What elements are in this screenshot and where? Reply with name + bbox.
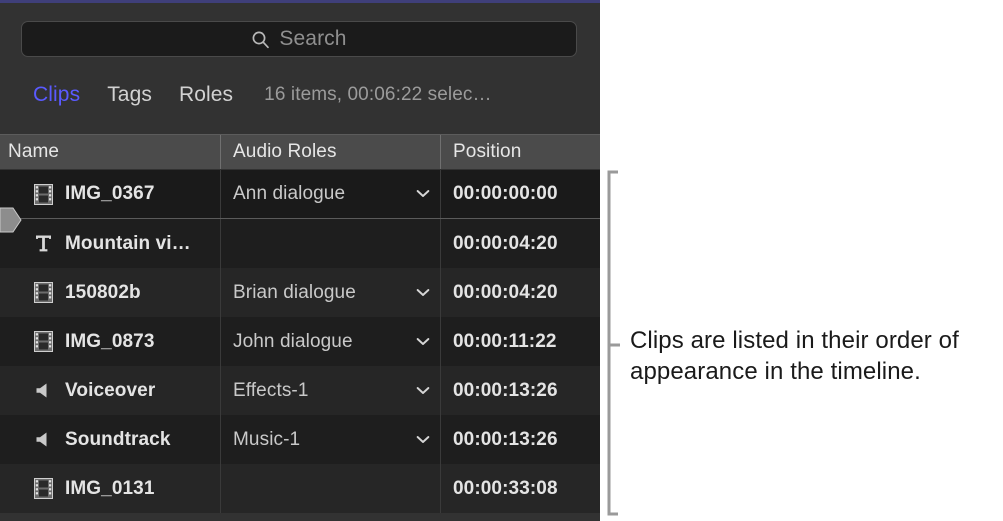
position-timecode: 00:00:13:26 xyxy=(453,380,558,402)
audio-role-value: Effects-1 xyxy=(233,380,309,402)
table-row[interactable]: IMG_0873 John dialogue 00:00:11:22 xyxy=(0,317,600,366)
chevron-down-icon[interactable] xyxy=(416,431,430,449)
table-row[interactable]: Mountain vi… 00:00:04:20 xyxy=(0,219,600,268)
position-timecode: 00:00:04:20 xyxy=(453,282,558,304)
cell-name[interactable]: 150802b xyxy=(0,268,220,317)
timeline-index-panel: Search Clips Tags Roles 16 items, 00:06:… xyxy=(0,0,600,521)
cell-audio-role[interactable]: Music-1 xyxy=(220,415,440,464)
table-row[interactable]: 150802b Brian dialogue 00:00:04:20 xyxy=(0,268,600,317)
search-placeholder: Search xyxy=(279,27,346,51)
position-timecode: 00:00:11:22 xyxy=(453,331,557,353)
film-strip-icon xyxy=(33,331,53,353)
audio-role-value: Music-1 xyxy=(233,429,300,451)
window-top-accent-bar xyxy=(0,0,600,3)
cell-name[interactable]: IMG_0131 xyxy=(0,464,220,513)
audio-role-value: Brian dialogue xyxy=(233,282,356,304)
title-text-icon xyxy=(33,233,53,255)
position-timecode: 00:00:00:00 xyxy=(453,183,558,205)
clip-name: Mountain vi… xyxy=(65,233,191,255)
cell-position[interactable]: 00:00:13:26 xyxy=(440,366,600,415)
cell-name[interactable]: IMG_0367 xyxy=(0,170,220,218)
cell-audio-role[interactable] xyxy=(220,464,440,513)
clip-name: 150802b xyxy=(65,282,141,304)
speaker-icon xyxy=(33,429,53,451)
cell-name[interactable]: Voiceover xyxy=(0,366,220,415)
position-timecode: 00:00:33:08 xyxy=(453,478,558,500)
cell-position[interactable]: 00:00:11:22 xyxy=(440,317,600,366)
search-icon xyxy=(251,30,270,49)
table-row[interactable]: IMG_0367 Ann dialogue 00:00:00:00 xyxy=(0,170,600,219)
cell-name[interactable]: IMG_0873 xyxy=(0,317,220,366)
tab-clips[interactable]: Clips xyxy=(33,83,80,107)
cell-audio-role[interactable]: John dialogue xyxy=(220,317,440,366)
clip-name: IMG_0367 xyxy=(65,183,155,205)
cell-audio-role[interactable]: Effects-1 xyxy=(220,366,440,415)
cell-audio-role[interactable] xyxy=(220,219,440,268)
cell-position[interactable]: 00:00:00:00 xyxy=(440,170,600,218)
cell-position[interactable]: 00:00:33:08 xyxy=(440,464,600,513)
table-row[interactable]: IMG_0131 00:00:33:08 xyxy=(0,464,600,513)
callout-bracket xyxy=(604,170,620,516)
index-tab-bar: Clips Tags Roles 16 items, 00:06:22 sele… xyxy=(0,75,600,115)
chevron-down-icon[interactable] xyxy=(416,382,430,400)
status-text: 16 items, 00:06:22 selec… xyxy=(264,84,491,106)
playhead-marker-icon xyxy=(0,205,22,235)
tab-roles[interactable]: Roles xyxy=(179,83,233,107)
callout-text: Clips are listed in their order of appea… xyxy=(630,325,960,387)
film-strip-icon xyxy=(33,478,53,500)
cell-audio-role[interactable]: Ann dialogue xyxy=(220,170,440,218)
audio-role-value: Ann dialogue xyxy=(233,183,345,205)
tab-tags[interactable]: Tags xyxy=(107,83,152,107)
cell-audio-role[interactable]: Brian dialogue xyxy=(220,268,440,317)
clip-name: Soundtrack xyxy=(65,429,171,451)
position-timecode: 00:00:04:20 xyxy=(453,233,558,255)
table-row[interactable]: Soundtrack Music-1 00:00:13:26 xyxy=(0,415,600,464)
film-strip-icon xyxy=(33,183,53,205)
cell-name[interactable]: Soundtrack xyxy=(0,415,220,464)
column-header-audio-roles[interactable]: Audio Roles xyxy=(220,135,440,169)
cell-position[interactable]: 00:00:13:26 xyxy=(440,415,600,464)
position-timecode: 00:00:13:26 xyxy=(453,429,558,451)
chevron-down-icon[interactable] xyxy=(416,284,430,302)
clip-name: IMG_0131 xyxy=(65,478,155,500)
clip-name: IMG_0873 xyxy=(65,331,155,353)
clip-table-body: IMG_0367 Ann dialogue 00:00:00:00 Mountain … xyxy=(0,170,600,513)
cell-position[interactable]: 00:00:04:20 xyxy=(440,268,600,317)
column-header-name[interactable]: Name xyxy=(0,135,220,169)
film-strip-icon xyxy=(33,282,53,304)
cell-position[interactable]: 00:00:04:20 xyxy=(440,219,600,268)
search-input[interactable]: Search xyxy=(21,21,577,57)
table-row[interactable]: Voiceover Effects-1 00:00:13:26 xyxy=(0,366,600,415)
cell-name[interactable]: Mountain vi… xyxy=(0,219,220,268)
clip-name: Voiceover xyxy=(65,380,155,402)
search-inner: Search xyxy=(251,27,346,51)
chevron-down-icon[interactable] xyxy=(416,333,430,351)
chevron-down-icon[interactable] xyxy=(416,185,430,203)
audio-role-value: John dialogue xyxy=(233,331,353,353)
column-header-position[interactable]: Position xyxy=(440,135,600,169)
speaker-icon xyxy=(33,380,53,402)
table-column-header: Name Audio Roles Position xyxy=(0,134,600,169)
